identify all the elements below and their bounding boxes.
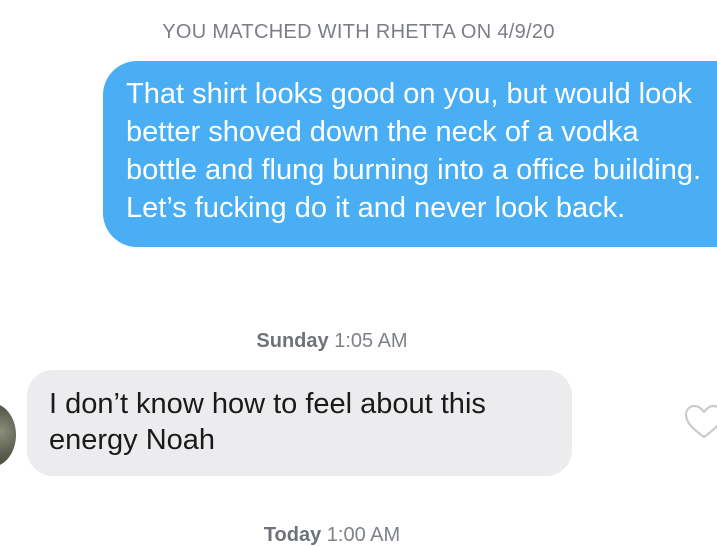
avatar[interactable]	[0, 403, 16, 467]
timestamp-day: Sunday	[256, 330, 329, 352]
heart-outline-icon[interactable]	[684, 404, 717, 440]
message-timestamp-today: Today 1:00 AM	[0, 524, 664, 547]
timestamp-time: 1:05 AM	[334, 330, 408, 352]
outgoing-message-bubble[interactable]: That shirt looks good on you, but would …	[103, 61, 717, 247]
timestamp-day: Today	[263, 524, 322, 546]
timestamp-time: 1:00 AM	[326, 524, 401, 546]
message-timestamp: Sunday 1:05 AM	[0, 330, 664, 353]
incoming-message-bubble[interactable]: I don’t know how to feel about this ener…	[27, 370, 572, 476]
chat-screen: { "chat": { "match_notice": "YOU MATCHED…	[0, 0, 717, 546]
match-notice: YOU MATCHED WITH RHETTA ON 4/9/20	[162, 21, 555, 43]
